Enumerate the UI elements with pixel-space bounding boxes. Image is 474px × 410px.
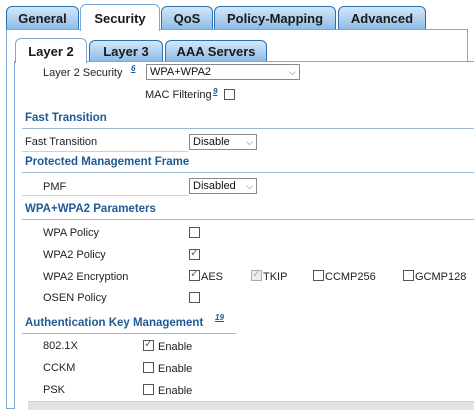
layer2-security-value: WPA+WPA2 xyxy=(150,66,212,78)
pmf-select[interactable]: Disabled ⌵ xyxy=(189,178,257,194)
tab-advanced[interactable]: Advanced xyxy=(338,6,426,29)
layer2-security-help-link[interactable]: 6 xyxy=(131,64,135,73)
ccmp256-checkbox[interactable] xyxy=(313,270,324,281)
pmf-heading: Protected Management Frame xyxy=(25,156,190,168)
aes-label: AES xyxy=(201,271,224,283)
chevron-down-icon: ⌵ xyxy=(289,67,296,77)
divider xyxy=(22,333,236,334)
wpa-params-heading: WPA+WPA2 Parameters xyxy=(25,203,156,215)
layer2-security-label: Layer 2 Security xyxy=(43,67,123,79)
chevron-down-icon: ⌵ xyxy=(246,137,253,147)
tkip-label: TKIP xyxy=(263,271,288,283)
akm-cckm-label: CCKM xyxy=(43,362,76,374)
tab-qos[interactable]: QoS xyxy=(161,6,213,29)
aes-checkbox[interactable] xyxy=(189,267,200,281)
ccmp256-label: CCMP256 xyxy=(325,271,376,283)
divider xyxy=(22,195,188,196)
mac-filtering-checkbox[interactable] xyxy=(224,89,235,100)
tkip-checkbox xyxy=(251,267,262,281)
gcmp128-checkbox[interactable] xyxy=(403,270,414,281)
layer2-security-select[interactable]: WPA+WPA2 ⌵ xyxy=(146,64,300,80)
akm-psk-label: PSK xyxy=(43,384,66,396)
tab-policy-mapping[interactable]: Policy-Mapping xyxy=(214,6,336,29)
wpa2-policy-checkbox[interactable] xyxy=(189,246,200,260)
akm-cckm-checkbox[interactable] xyxy=(143,362,154,373)
akm-psk-checkbox[interactable] xyxy=(143,384,154,395)
divider xyxy=(22,151,188,152)
wpa2-encryption-label: WPA2 Encryption xyxy=(43,271,129,283)
tab-layer2[interactable]: Layer 2 xyxy=(15,38,87,63)
akm-psk-option: Enable xyxy=(158,385,193,397)
fast-transition-heading: Fast Transition xyxy=(25,112,107,124)
akm-8021x-label: 802.1X xyxy=(43,340,78,352)
tab-layer3[interactable]: Layer 3 xyxy=(89,40,163,61)
wpa-policy-checkbox[interactable] xyxy=(189,227,200,238)
mac-filtering-label: MAC Filtering xyxy=(145,89,212,101)
tab-aaa-servers[interactable]: AAA Servers xyxy=(165,40,267,61)
mac-filtering-help-link[interactable]: 9 xyxy=(213,87,217,96)
tab-general[interactable]: General xyxy=(6,6,79,29)
akm-8021x-option: Enable xyxy=(158,341,193,353)
wpa2-policy-label: WPA2 Policy xyxy=(43,249,106,261)
pmf-label: PMF xyxy=(43,181,67,193)
chevron-down-icon: ⌵ xyxy=(246,181,253,191)
akm-heading: Authentication Key Management xyxy=(25,317,204,329)
gcmp128-label: GCMP128 xyxy=(415,271,467,283)
tab-security[interactable]: Security xyxy=(80,4,160,31)
akm-help-link[interactable]: 19 xyxy=(215,313,224,322)
fast-transition-value: Disable xyxy=(193,136,230,148)
wpa-policy-label: WPA Policy xyxy=(43,227,100,239)
osen-policy-label: OSEN Policy xyxy=(43,292,107,304)
osen-policy-checkbox[interactable] xyxy=(189,292,200,303)
fast-transition-label: Fast Transition xyxy=(25,136,98,148)
divider xyxy=(22,172,474,173)
pmf-value: Disabled xyxy=(193,180,236,192)
divider xyxy=(22,128,474,129)
akm-cckm-option: Enable xyxy=(158,363,193,375)
fast-transition-select[interactable]: Disable ⌵ xyxy=(189,134,257,150)
akm-8021x-checkbox[interactable] xyxy=(143,337,154,351)
divider xyxy=(22,219,474,220)
